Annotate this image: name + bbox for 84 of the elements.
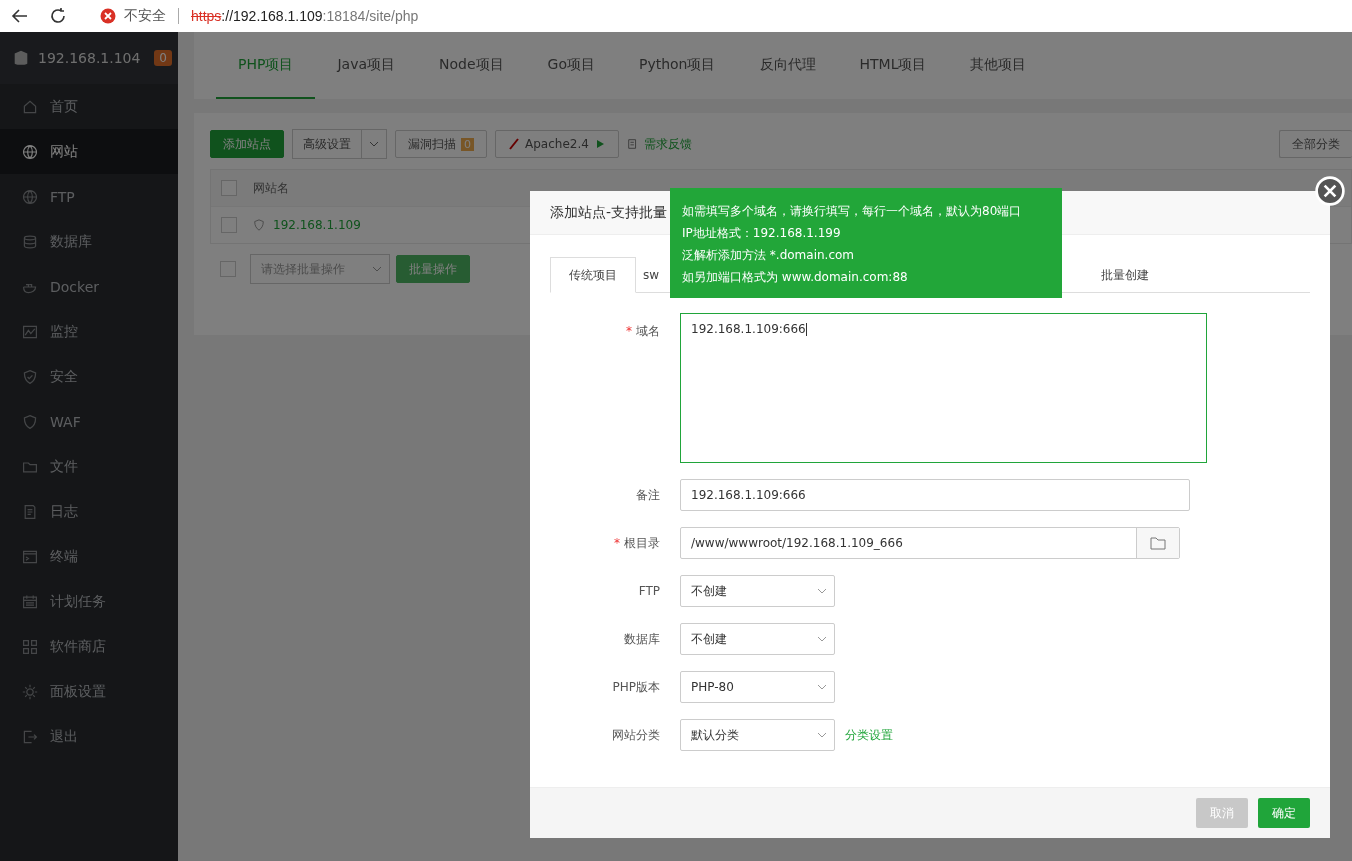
tooltip-line: 泛解析添加方法 *.domain.com bbox=[682, 247, 855, 264]
shield-icon bbox=[253, 219, 265, 231]
domain-textarea[interactable]: 192.168.1.109:666 bbox=[680, 313, 1207, 463]
security-label: 不安全 bbox=[124, 7, 166, 25]
url-text: https://192.168.1.109:18184/site/php bbox=[191, 8, 419, 24]
field-label-text: 网站分类 bbox=[612, 727, 660, 742]
edit-icon bbox=[626, 138, 639, 150]
scan-label: 漏洞扫描 bbox=[408, 135, 456, 153]
field-label-text: 数据库 bbox=[624, 631, 660, 646]
chart-icon bbox=[22, 323, 38, 340]
required-mark: * bbox=[626, 324, 632, 338]
logout-icon bbox=[22, 728, 38, 745]
sidebar-item[interactable]: FTP bbox=[0, 174, 178, 219]
shield-icon bbox=[22, 368, 38, 385]
calendar-icon bbox=[22, 593, 38, 610]
tooltip-line: 如另加端口格式为 www.domain.com:88 bbox=[682, 269, 909, 286]
column-header[interactable]: 网站名 bbox=[253, 179, 533, 197]
sidebar-item[interactable]: Docker bbox=[0, 264, 178, 309]
sidebar-item[interactable]: 首页 bbox=[0, 84, 178, 129]
select-field[interactable]: 不创建 bbox=[680, 623, 835, 655]
sidebar-item[interactable]: WAF bbox=[0, 399, 178, 444]
sidebar-item[interactable]: 计划任务 bbox=[0, 579, 178, 624]
project-tab[interactable]: Node项目 bbox=[417, 32, 526, 99]
select-field[interactable]: 不创建 bbox=[680, 575, 835, 607]
tooltip-line: 如需填写多个域名，请换行填写，每行一个域名，默认为80端口 bbox=[682, 203, 1023, 220]
select-field[interactable]: PHP-80 bbox=[680, 671, 835, 703]
sidebar-item[interactable]: 终端 bbox=[0, 534, 178, 579]
warning-icon bbox=[100, 8, 116, 24]
sidebar-item[interactable]: 面板设置 bbox=[0, 669, 178, 714]
globe-icon bbox=[22, 188, 38, 205]
project-tab[interactable]: Python项目 bbox=[616, 32, 738, 99]
sidebar-item[interactable]: 软件商店 bbox=[0, 624, 178, 669]
shield-icon bbox=[22, 413, 38, 430]
apache-button[interactable]: Apache2.4 bbox=[495, 130, 619, 158]
globe-icon bbox=[22, 143, 38, 160]
project-tab[interactable]: PHP项目 bbox=[216, 32, 316, 99]
sidebar-item[interactable]: 文件 bbox=[0, 444, 178, 489]
path-field[interactable]: /www/wwwroot/192.168.1.109_666 bbox=[680, 527, 1180, 559]
feedback-link[interactable]: 需求反馈 bbox=[626, 135, 692, 153]
terminal-icon bbox=[22, 548, 38, 565]
project-tab[interactable]: Java项目 bbox=[315, 32, 417, 99]
field-label-text: FTP bbox=[638, 584, 660, 598]
feather-icon bbox=[508, 138, 520, 150]
sidebar-item[interactable]: 安全 bbox=[0, 354, 178, 399]
row-checkbox[interactable] bbox=[221, 217, 237, 233]
sidebar-item[interactable]: 日志 bbox=[0, 489, 178, 534]
document-icon bbox=[22, 503, 38, 520]
category-button[interactable]: 全部分类 bbox=[1279, 130, 1352, 158]
input-field[interactable]: 192.168.1.109:666 bbox=[680, 479, 1190, 511]
field-label-text: 根目录 bbox=[624, 535, 660, 550]
server-name: 192.168.1.104 bbox=[38, 50, 142, 66]
batch-button[interactable]: 批量操作 bbox=[396, 255, 470, 283]
project-tab[interactable]: HTML项目 bbox=[837, 32, 949, 99]
project-tab[interactable]: Go项目 bbox=[525, 32, 617, 99]
sidebar-item[interactable]: 数据库 bbox=[0, 219, 178, 264]
apache-label: Apache2.4 bbox=[525, 137, 589, 151]
advanced-settings-button[interactable]: 高级设置 bbox=[292, 129, 387, 159]
category-settings-link[interactable]: 分类设置 bbox=[845, 726, 893, 744]
notification-badge[interactable]: 0 bbox=[154, 50, 172, 66]
field-label-text: 域名 bbox=[636, 324, 660, 338]
folder-icon[interactable] bbox=[1150, 536, 1166, 550]
home-icon bbox=[22, 98, 38, 115]
dialog-tab[interactable]: 批量创建 bbox=[1082, 257, 1310, 293]
field-label-text: 备注 bbox=[636, 487, 660, 502]
database-icon bbox=[22, 233, 38, 250]
count-badge: 0 bbox=[461, 137, 474, 151]
select-field[interactable]: 默认分类 bbox=[680, 719, 835, 751]
sidebar-item[interactable]: 网站 bbox=[0, 129, 178, 174]
sidebar-item[interactable]: 退出 bbox=[0, 714, 178, 759]
dialog-tab[interactable]: 传统项目 bbox=[550, 257, 636, 293]
checkbox[interactable] bbox=[220, 261, 236, 277]
required-mark: * bbox=[614, 535, 620, 550]
checkbox[interactable] bbox=[221, 180, 237, 196]
add-site-button[interactable]: 添加站点 bbox=[210, 130, 284, 158]
site-name-link[interactable]: 192.168.1.109 bbox=[273, 218, 361, 232]
sidebar-item[interactable]: 监控 bbox=[0, 309, 178, 354]
confirm-button[interactable]: 确定 bbox=[1258, 798, 1310, 828]
reload-icon[interactable] bbox=[48, 6, 68, 26]
project-tab[interactable]: 反向代理 bbox=[737, 32, 838, 99]
field-label-text: PHP版本 bbox=[612, 679, 660, 694]
server-icon bbox=[12, 49, 30, 67]
scan-button[interactable]: 漏洞扫描 0 bbox=[395, 130, 487, 158]
grid-icon bbox=[22, 638, 38, 655]
project-tab[interactable]: 其他项目 bbox=[948, 32, 1049, 99]
